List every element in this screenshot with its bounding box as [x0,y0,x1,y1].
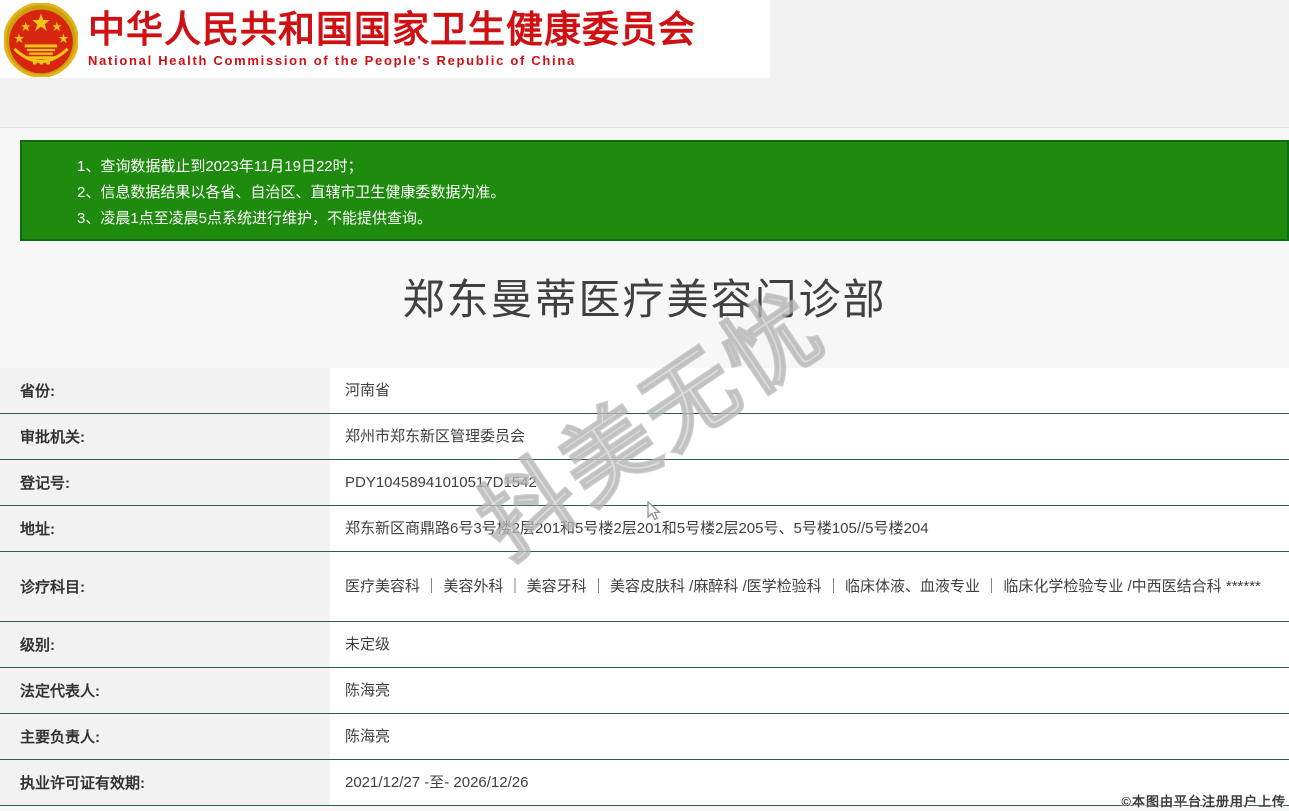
field-label: 审批机关: [0,414,330,459]
field-value: 医疗美容科 ｜ 美容外科 ｜ 美容牙科 ｜ 美容皮肤科 /麻醉科 /医学检验科 … [330,552,1289,621]
field-label: 诊疗科目: [0,552,330,621]
site-title-english: National Health Commission of the People… [88,53,696,68]
field-value: 陈海亮 [330,668,1289,713]
field-value: 河南省 [330,368,1289,413]
top-bar: 中华人民共和国国家卫生健康委员会 National Health Commiss… [0,0,1289,128]
table-row-principal: 主要负责人: 陈海亮 [0,714,1289,760]
field-label: 执业许可证有效期: [0,760,330,805]
notice-line: 1、查询数据截止到2023年11月19日22时； [77,154,1277,180]
field-value: 未定级 [330,622,1289,667]
table-row-address: 地址: 郑东新区商鼎路6号3号楼2层201和5号楼2层201和5号楼2层205号… [0,506,1289,552]
field-label: 省份: [0,368,330,413]
field-label: 地址: [0,506,330,551]
site-header: 中华人民共和国国家卫生健康委员会 National Health Commiss… [0,0,770,78]
table-row-license-validity: 执业许可证有效期: 2021/12/27 -至- 2026/12/26 [0,760,1289,806]
field-value: 郑州市郑东新区管理委员会 [330,414,1289,459]
corner-upload-watermark: ©本图由平台注册用户上传 [1121,791,1286,810]
field-label: 级别: [0,622,330,667]
table-row-legal-representative: 法定代表人: 陈海亮 [0,668,1289,714]
info-table: 省份: 河南省 审批机关: 郑州市郑东新区管理委员会 登记号: PDY10458… [0,368,1289,806]
table-row-province: 省份: 河南省 [0,368,1289,414]
table-row-approval-authority: 审批机关: 郑州市郑东新区管理委员会 [0,414,1289,460]
field-value: 陈海亮 [330,714,1289,759]
table-row-medical-subjects: 诊疗科目: 医疗美容科 ｜ 美容外科 ｜ 美容牙科 ｜ 美容皮肤科 /麻醉科 /… [0,552,1289,622]
table-row-registration-number: 登记号: PDY10458941010517D1542 [0,460,1289,506]
mouse-cursor-icon [646,501,662,521]
field-value: PDY10458941010517D1542 [330,460,1289,505]
notice-box: 1、查询数据截止到2023年11月19日22时； 2、信息数据结果以各省、自治区… [20,140,1289,241]
site-title-chinese: 中华人民共和国国家卫生健康委员会 [88,10,696,50]
field-value: 郑东新区商鼎路6号3号楼2层201和5号楼2层201和5号楼2层205号、5号楼… [330,506,1289,551]
field-label: 法定代表人: [0,668,330,713]
national-emblem-icon [4,3,78,77]
field-label: 主要负责人: [0,714,330,759]
notice-line: 2、信息数据结果以各省、自治区、直辖市卫生健康委数据为准。 [77,180,1277,206]
institution-name-title: 郑东曼蒂医疗美容门诊部 [0,266,1289,327]
table-row-level: 级别: 未定级 [0,622,1289,668]
field-label: 登记号: [0,460,330,505]
notice-line: 3、凌晨1点至凌晨5点系统进行维护，不能提供查询。 [77,206,1277,232]
